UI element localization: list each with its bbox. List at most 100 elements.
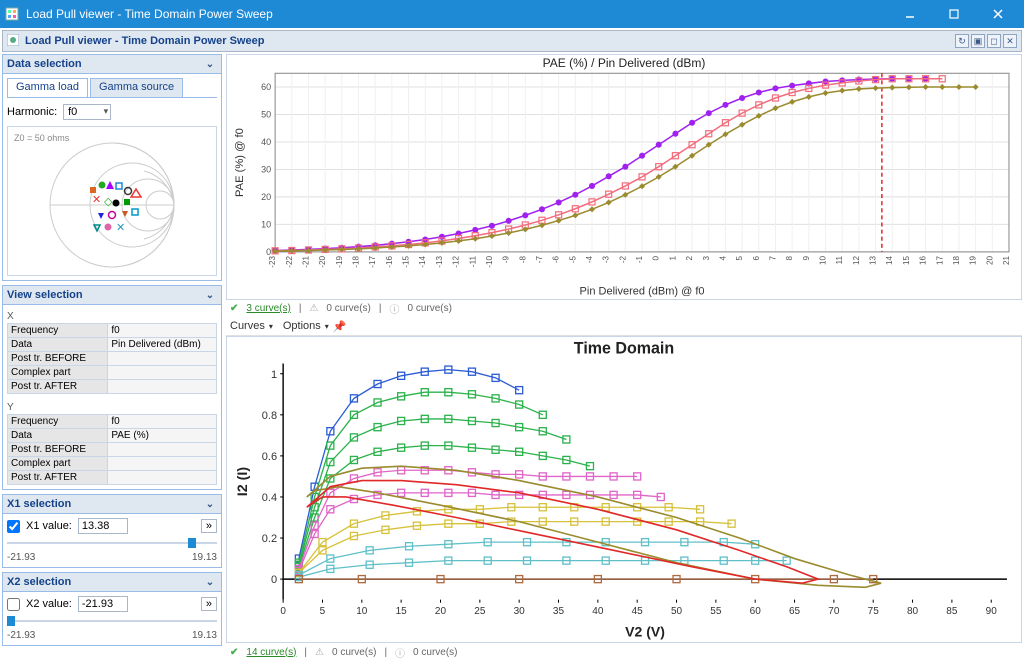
svg-text:50: 50 <box>671 605 683 616</box>
svg-text:0.8: 0.8 <box>262 409 277 421</box>
svg-text:0: 0 <box>280 605 286 616</box>
svg-text:✕: ✕ <box>92 194 101 206</box>
svg-text:-23: -23 <box>268 255 277 267</box>
svg-text:30: 30 <box>261 164 271 174</box>
chart2-curves-count[interactable]: 14 curve(s) <box>246 647 296 658</box>
chart1-curves-count[interactable]: 3 curve(s) <box>246 303 290 314</box>
svg-text:1: 1 <box>668 255 677 260</box>
svg-text:60: 60 <box>750 605 762 616</box>
svg-text:-5: -5 <box>568 255 577 263</box>
x2-checkbox[interactable] <box>7 598 20 611</box>
info-icon: ⓘ <box>395 645 405 660</box>
window-close-button[interactable] <box>976 0 1020 28</box>
svg-text:-3: -3 <box>602 255 611 263</box>
svg-text:75: 75 <box>868 605 880 616</box>
svg-text:3: 3 <box>702 255 711 260</box>
svg-text:0.2: 0.2 <box>262 533 277 545</box>
svg-text:20: 20 <box>435 605 447 616</box>
tab-gamma-load[interactable]: Gamma load <box>7 78 88 97</box>
pae-chart[interactable]: PAE (%) / Pin Delivered (dBm)01020304050… <box>226 54 1022 300</box>
x2-selection-panel: X2 selection ⌄ X2 value: » -21.93 19.13 <box>2 572 222 646</box>
svg-text:8: 8 <box>785 255 794 260</box>
check-icon: ✔ <box>230 303 238 314</box>
svg-text:11: 11 <box>835 255 844 264</box>
svg-text:-15: -15 <box>402 255 411 267</box>
time-domain-chart[interactable]: Time Domain00.20.40.60.81051015202530354… <box>226 336 1022 643</box>
dock-titlebar: Load Pull viewer - Time Domain Power Swe… <box>2 30 1022 52</box>
svg-text:-10: -10 <box>485 255 494 267</box>
dock-refresh-button[interactable]: ↻ <box>955 34 969 48</box>
svg-text:60: 60 <box>261 82 271 92</box>
svg-text:55: 55 <box>710 605 722 616</box>
svg-text:40: 40 <box>261 137 271 147</box>
x1-selection-panel: X1 selection ⌄ X1 value: » -21.93 19.13 <box>2 494 222 568</box>
x2-expand-button[interactable]: » <box>201 597 217 611</box>
svg-text:-14: -14 <box>418 255 427 267</box>
smith-chart[interactable]: Z0 = 50 ohms <box>7 126 217 276</box>
x1-expand-button[interactable]: » <box>201 519 217 533</box>
svg-text:0: 0 <box>271 574 277 586</box>
y-section-label: Y <box>7 402 217 413</box>
x2-value-input[interactable] <box>78 596 128 612</box>
window-maximize-button[interactable] <box>932 0 976 28</box>
window-minimize-button[interactable] <box>888 0 932 28</box>
svg-text:✕: ✕ <box>116 222 125 234</box>
svg-text:5: 5 <box>320 605 326 616</box>
chart2-warn1: 0 curve(s) <box>332 647 376 658</box>
sidebar: Data selection ⌄ Gamma load Gamma source… <box>2 54 222 661</box>
x2-selection-title: X2 selection <box>7 576 71 588</box>
svg-text:-11: -11 <box>468 255 477 267</box>
svg-text:35: 35 <box>553 605 565 616</box>
menu-options[interactable]: Options <box>283 320 321 332</box>
chart2-menustrip: Curves▾ Options▾ 📌 <box>226 318 1022 336</box>
harmonic-label: Harmonic: <box>7 106 57 118</box>
svg-text:-19: -19 <box>335 255 344 267</box>
tab-gamma-source[interactable]: Gamma source <box>90 78 183 97</box>
svg-text:-17: -17 <box>368 255 377 267</box>
chart2-statusline: ✔ 14 curve(s) | ⚠ 0 curve(s) | ⓘ 0 curve… <box>226 643 1022 661</box>
chart2-warn2: 0 curve(s) <box>413 647 457 658</box>
dock-close-button[interactable]: ✕ <box>1003 34 1017 48</box>
app-icon <box>4 6 20 22</box>
svg-text:-21: -21 <box>302 255 311 267</box>
dock-maximize-button[interactable]: ◻ <box>987 34 1001 48</box>
panel-collapse-button[interactable]: ⌄ <box>203 57 217 71</box>
menu-curves[interactable]: Curves <box>230 320 265 332</box>
panel-collapse-button[interactable]: ⌄ <box>203 497 217 511</box>
svg-text:-16: -16 <box>385 255 394 267</box>
pin-icon[interactable]: 📌 <box>333 320 347 333</box>
x2-slider[interactable] <box>7 614 217 628</box>
dock-float-button[interactable]: ▣ <box>971 34 985 48</box>
svg-text:6: 6 <box>752 255 761 260</box>
svg-text:10: 10 <box>819 255 828 265</box>
x1-slider[interactable] <box>7 536 217 550</box>
smith-z0-label: Z0 = 50 ohms <box>14 133 70 143</box>
svg-text:19: 19 <box>969 255 978 265</box>
x2-label: X2 value: <box>26 598 72 610</box>
panel-collapse-button[interactable]: ⌄ <box>203 575 217 589</box>
chart1-statusline: ✔ 3 curve(s) | ⚠ 0 curve(s) | ⓘ 0 curve(… <box>226 300 1022 318</box>
svg-text:65: 65 <box>789 605 801 616</box>
x2-min: -21.93 <box>7 630 35 641</box>
svg-text:14: 14 <box>885 255 894 265</box>
warning-icon: ⚠ <box>315 647 324 658</box>
svg-text:80: 80 <box>907 605 919 616</box>
panel-collapse-button[interactable]: ⌄ <box>203 288 217 302</box>
svg-text:-7: -7 <box>535 255 544 263</box>
chart1-warn2: 0 curve(s) <box>407 303 451 314</box>
x1-selection-title: X1 selection <box>7 498 71 510</box>
harmonic-combo[interactable]: f0 <box>63 104 111 120</box>
svg-text:16: 16 <box>919 255 928 265</box>
x1-checkbox[interactable] <box>7 520 20 533</box>
svg-text:0: 0 <box>266 247 271 257</box>
x1-label: X1 value: <box>26 520 72 532</box>
x1-value-input[interactable] <box>78 518 128 534</box>
x-property-table[interactable]: Frequencyf0 DataPin Delivered (dBm) Post… <box>7 323 217 394</box>
svg-text:15: 15 <box>902 255 911 265</box>
svg-text:45: 45 <box>632 605 644 616</box>
y-property-table[interactable]: Frequencyf0 DataPAE (%) Post tr. BEFORE … <box>7 414 217 485</box>
svg-text:17: 17 <box>935 255 944 265</box>
svg-text:7: 7 <box>769 255 778 260</box>
svg-text:Pin Delivered (dBm) @ f0: Pin Delivered (dBm) @ f0 <box>580 285 705 297</box>
svg-text:15: 15 <box>396 605 408 616</box>
